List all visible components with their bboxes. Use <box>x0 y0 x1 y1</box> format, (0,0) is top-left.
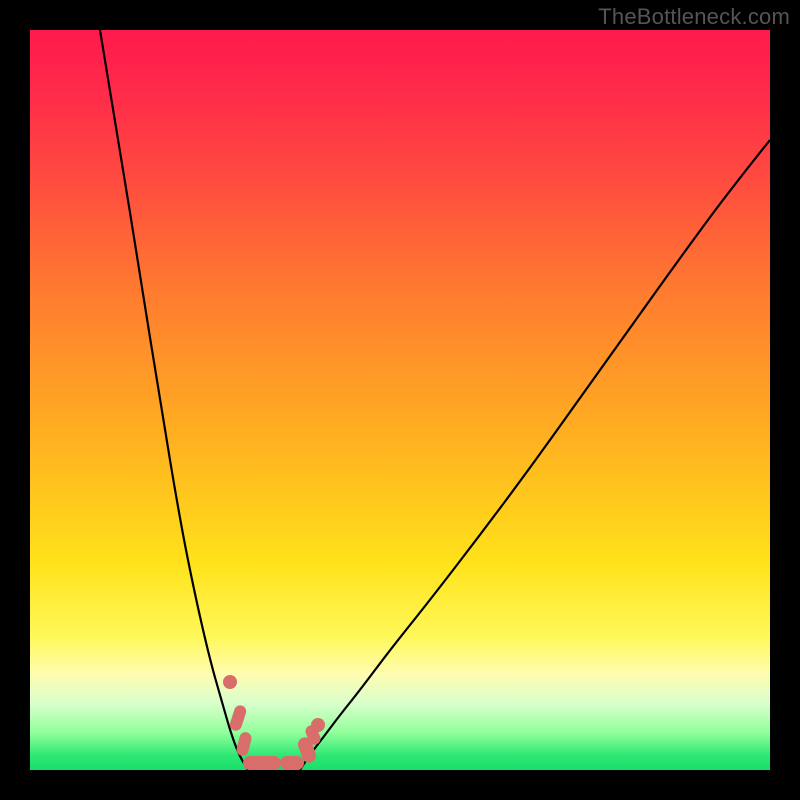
chart-frame: TheBottleneck.com <box>0 0 800 800</box>
curve-right-branch <box>300 140 770 770</box>
curve-left-branch <box>100 30 248 770</box>
curve-group <box>100 30 770 770</box>
data-marker-3 <box>243 756 281 770</box>
watermark-text: TheBottleneck.com <box>598 4 790 30</box>
data-marker-4 <box>280 756 304 770</box>
data-marker-1 <box>228 704 247 732</box>
curves-svg <box>30 30 770 770</box>
data-marker-0 <box>223 675 237 689</box>
data-marker-2 <box>235 731 252 757</box>
marker-group <box>223 675 325 770</box>
plot-area <box>30 30 770 770</box>
